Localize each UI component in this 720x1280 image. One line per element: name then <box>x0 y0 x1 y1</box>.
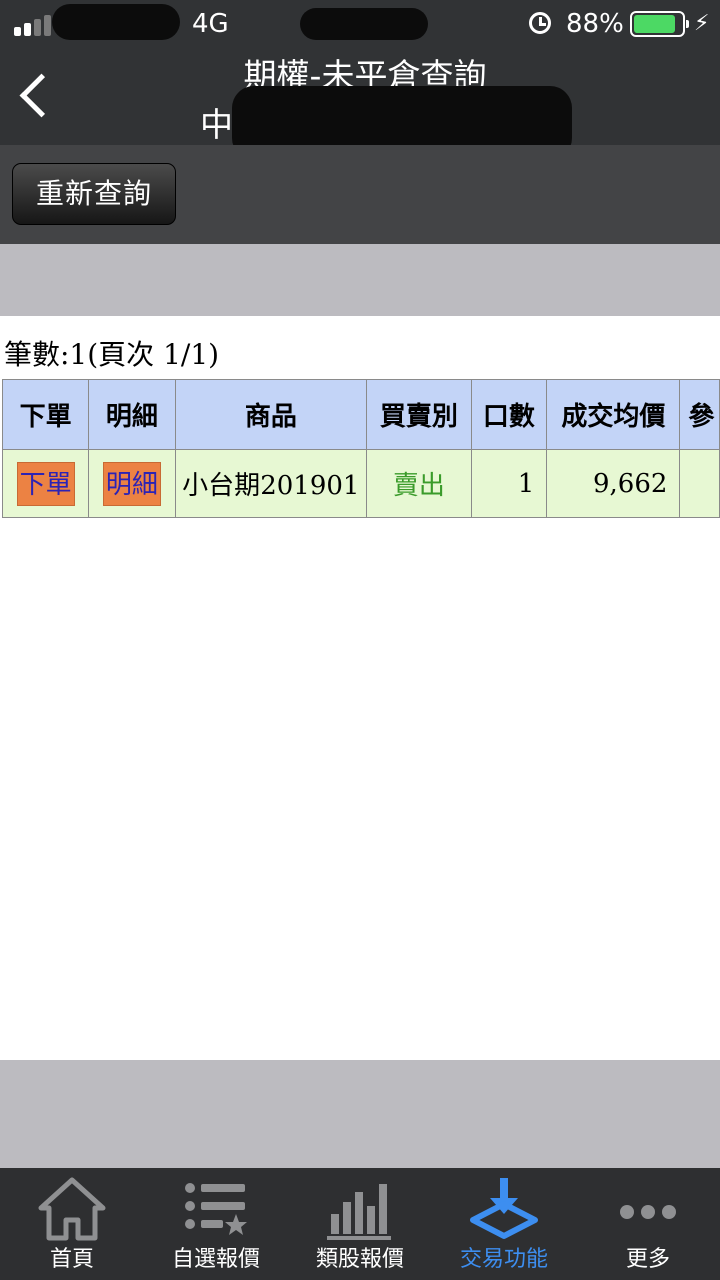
table-row: 下單 明細 小台期201901 賣出 1 9,662 <box>1 449 720 518</box>
column-header-order: 下單 <box>1 379 90 450</box>
side-cell: 賣出 <box>366 449 472 518</box>
detail-button[interactable]: 明細 <box>102 461 161 506</box>
column-header-detail: 明細 <box>88 379 176 450</box>
watchlist-icon <box>185 1183 247 1235</box>
order-button[interactable]: 下單 <box>16 461 75 506</box>
open-position-table: 下單 明細 商品 買賣別 口數 成交均價 參 下單 明細 小台期201901 賣… <box>1 379 720 518</box>
requery-button[interactable]: 重新查詢 <box>12 163 176 225</box>
trade-icon <box>470 1178 538 1239</box>
signal-strength-icon <box>14 14 54 36</box>
tab-label: 更多 <box>625 1247 670 1272</box>
home-icon <box>38 1177 106 1241</box>
more-icon <box>620 1205 676 1219</box>
battery-level <box>634 15 675 33</box>
tab-home[interactable]: 首頁 <box>0 1168 144 1280</box>
column-header-quantity: 口數 <box>470 379 548 450</box>
app-header: 4G 88% ⚡ 期權-未平倉查詢 中 <box>0 0 720 160</box>
column-header-product: 商品 <box>174 379 368 450</box>
column-header-extra: 參 <box>679 379 720 450</box>
quantity-cell: 1 <box>470 449 548 518</box>
order-cell: 下單 <box>1 449 90 518</box>
column-header-side: 買賣別 <box>366 379 472 450</box>
alarm-icon <box>529 12 551 34</box>
tab-label: 交易功能 <box>459 1247 548 1272</box>
column-header-avg-price: 成交均價 <box>546 379 681 450</box>
toolbar: 重新查詢 <box>0 145 720 244</box>
status-bar: 4G 88% ⚡ <box>0 0 720 48</box>
avg-price-cell: 9,662 <box>546 449 681 518</box>
account-name: 中 <box>200 105 233 144</box>
extra-cell <box>679 449 720 518</box>
bar-chart-icon <box>327 1184 391 1240</box>
product-code: 201901 <box>260 471 360 501</box>
record-count: 筆數:1(頁次 1/1) <box>4 338 220 371</box>
tab-label: 自選報價 <box>171 1247 260 1272</box>
redacted-time <box>300 8 428 40</box>
tab-more[interactable]: 更多 <box>576 1168 720 1280</box>
battery-percent: 88% <box>566 9 624 39</box>
product-cell: 小台期201901 <box>174 449 368 518</box>
battery-icon <box>630 11 689 37</box>
tab-trading[interactable]: 交易功能 <box>432 1168 576 1280</box>
tab-label: 首頁 <box>49 1247 94 1272</box>
tab-watchlist[interactable]: 自選報價 <box>144 1168 288 1280</box>
table-header-row: 下單 明細 商品 買賣別 口數 成交均價 參 <box>1 379 720 450</box>
redacted-carrier <box>52 4 180 40</box>
tab-bar: 首頁 自選報價 類股報價 交易功能 更多 <box>0 1168 720 1280</box>
tab-label: 類股報價 <box>315 1247 404 1272</box>
detail-cell: 明細 <box>88 449 176 518</box>
back-button[interactable] <box>14 70 64 124</box>
bottom-separator-band <box>0 1060 720 1168</box>
network-type: 4G <box>192 9 229 39</box>
product-name: 小台期 <box>182 471 261 501</box>
separator-band <box>0 244 720 316</box>
charging-icon: ⚡ <box>694 11 710 36</box>
tab-sector-quotes[interactable]: 類股報價 <box>288 1168 432 1280</box>
